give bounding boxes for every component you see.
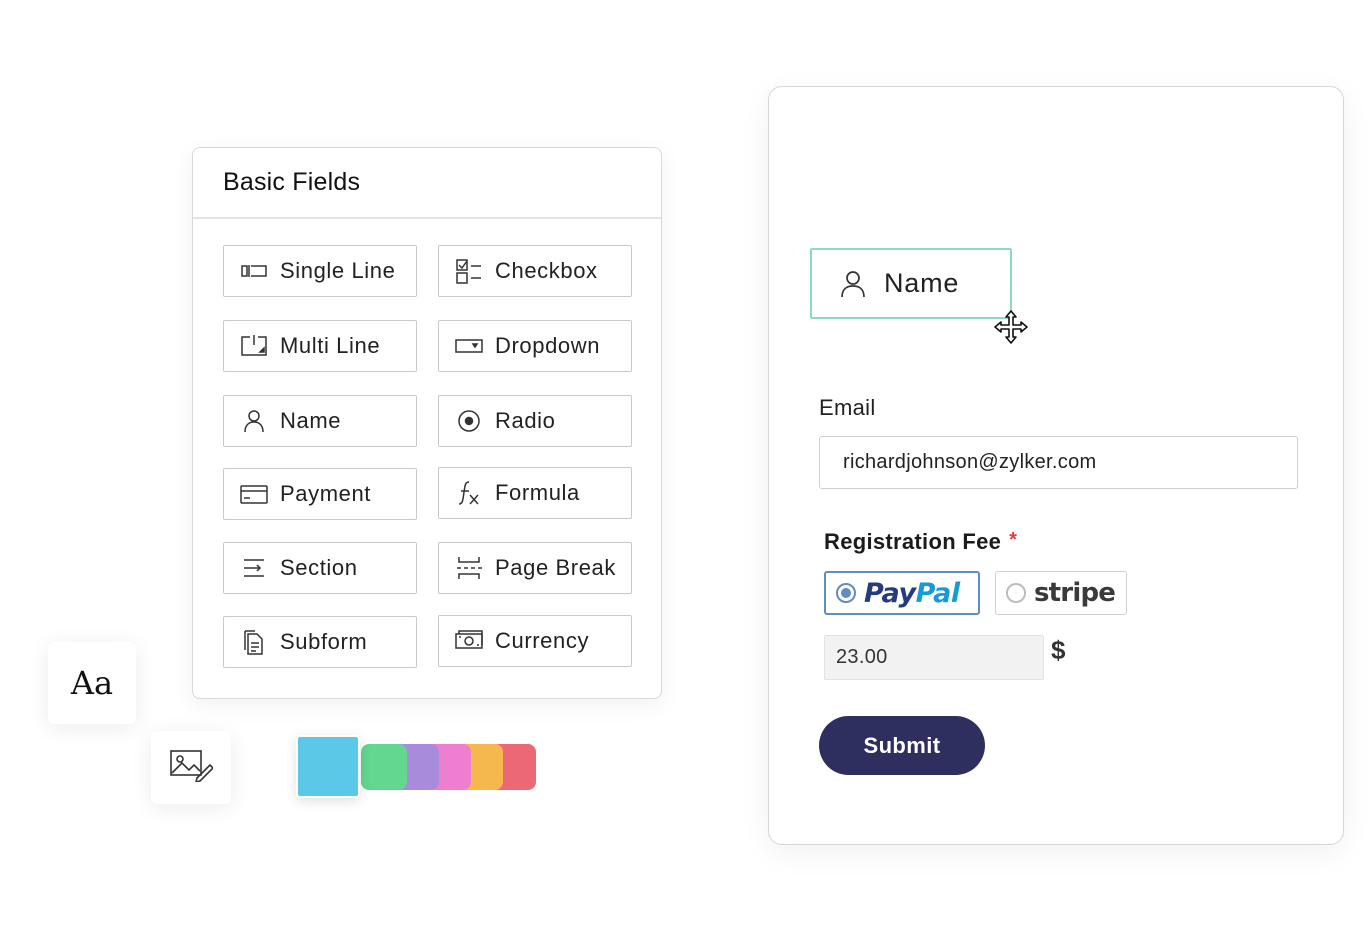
field-page-break[interactable]: Page Break: [438, 542, 632, 594]
field-dropdown[interactable]: Dropdown: [438, 320, 632, 372]
field-label: Name: [280, 408, 342, 433]
field-label: Subform: [280, 629, 368, 654]
panel-header: Basic Fields: [193, 148, 661, 219]
field-label: Section: [280, 555, 358, 580]
field-checkbox[interactable]: Checkbox: [438, 245, 632, 297]
field-payment[interactable]: Payment: [223, 468, 417, 520]
amount-field[interactable]: 23.00: [824, 635, 1044, 680]
field-currency[interactable]: Currency: [438, 615, 632, 667]
field-formula[interactable]: Formula: [438, 467, 632, 519]
form-preview-card: Name Email Registration Fee * PayPal stri…: [768, 86, 1344, 845]
dragged-name-field[interactable]: Name: [810, 248, 1012, 319]
field-label: Multi Line: [280, 333, 381, 358]
move-cursor-icon: [994, 310, 1028, 344]
field-subform[interactable]: Subform: [223, 616, 417, 668]
field-label: Currency: [495, 628, 590, 653]
image-edit-icon: [169, 748, 215, 787]
field-label: Radio: [495, 408, 556, 433]
font-style-tile[interactable]: Aa: [48, 642, 136, 724]
field-radio[interactable]: Radio: [438, 395, 632, 447]
image-tool-tile[interactable]: [151, 731, 231, 804]
field-label: Checkbox: [495, 258, 598, 283]
subform-icon: [240, 629, 268, 655]
stripe-logo: stripe: [1034, 578, 1116, 608]
single-line-icon: [240, 258, 268, 284]
field-single-line[interactable]: Single Line: [223, 245, 417, 297]
card-icon: [240, 481, 268, 507]
registration-fee-label: Registration Fee *: [824, 529, 1017, 555]
submit-button[interactable]: Submit: [819, 716, 985, 775]
field-label: Page Break: [495, 555, 616, 580]
color-swatch-selected-blue[interactable]: [296, 735, 360, 798]
currency-icon: [455, 628, 483, 654]
field-label: Single Line: [280, 258, 396, 283]
required-asterisk: *: [1009, 529, 1018, 551]
field-multi-line[interactable]: Multi Line: [223, 320, 417, 372]
section-icon: [240, 555, 268, 581]
field-name[interactable]: Name: [223, 395, 417, 447]
paypal-logo: PayPal: [864, 577, 960, 609]
basic-fields-panel: Basic Fields Single Line Checkbox Multi …: [192, 147, 662, 699]
dropdown-icon: [455, 333, 483, 359]
radio-selected[interactable]: [836, 583, 856, 603]
radio-icon: [455, 408, 483, 434]
email-label: Email: [819, 395, 876, 420]
multi-line-icon: [240, 333, 268, 359]
panel-title: Basic Fields: [223, 168, 361, 196]
registration-fee-text: Registration Fee: [824, 529, 1002, 554]
user-icon: [240, 408, 268, 434]
email-input[interactable]: [819, 436, 1298, 489]
currency-symbol: $: [1051, 635, 1066, 665]
payment-option-stripe[interactable]: stripe: [995, 571, 1127, 615]
font-sample: Aa: [70, 664, 114, 702]
field-section[interactable]: Section: [223, 542, 417, 594]
field-label: Dropdown: [495, 333, 601, 358]
checkbox-icon: [455, 258, 483, 284]
color-palette: [296, 735, 540, 798]
formula-icon: [455, 480, 483, 506]
user-icon: [841, 270, 865, 297]
field-label: Payment: [280, 481, 372, 506]
color-swatch-green[interactable]: [361, 744, 407, 790]
payment-option-paypal[interactable]: PayPal: [824, 571, 980, 615]
field-label: Formula: [495, 480, 580, 505]
radio-unselected[interactable]: [1006, 583, 1026, 603]
dragged-field-label: Name: [884, 268, 960, 298]
page-break-icon: [455, 555, 483, 581]
